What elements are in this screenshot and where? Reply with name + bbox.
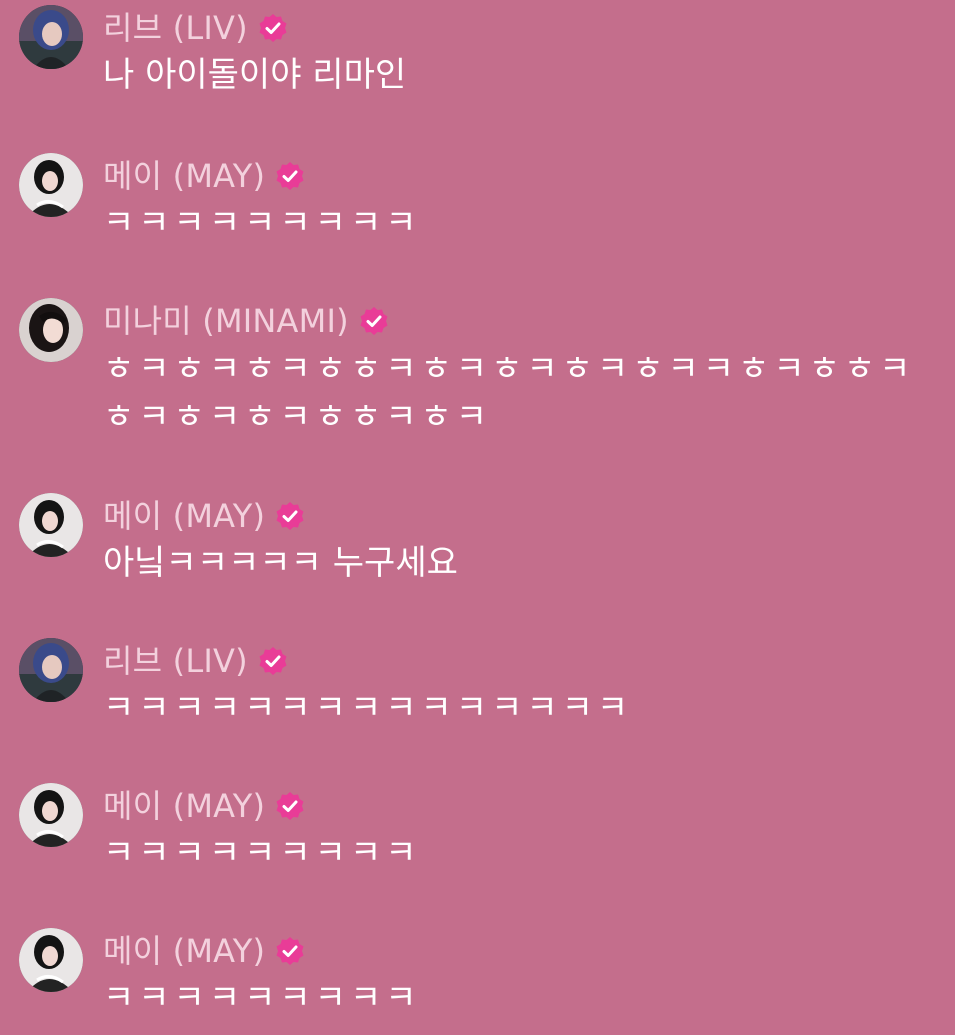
author-row: 메이 (MAY) <box>103 496 305 536</box>
author-name: 리브 (LIV) <box>103 9 248 47</box>
avatar-liv[interactable] <box>19 638 83 702</box>
message-text: 나 아이돌이야 리마인 <box>103 55 407 95</box>
verified-badge-icon <box>258 646 288 676</box>
author-name: 메이 (MAY) <box>103 932 266 970</box>
author-row: 메이 (MAY) <box>103 156 305 196</box>
avatar-may[interactable] <box>19 783 83 847</box>
avatar-may[interactable] <box>19 928 83 992</box>
author-row: 미나미 (MINAMI) <box>103 301 389 341</box>
author-row: 메이 (MAY) <box>103 786 305 826</box>
chat-feed[interactable]: 리브 (LIV) 나 아이돌이야 리마인 메이 (MAY) ㅋㅋㅋㅋㅋㅋㅋㅋㅋ … <box>0 0 955 1035</box>
verified-badge-icon <box>275 161 305 191</box>
author-name: 미나미 (MINAMI) <box>103 302 349 340</box>
author-row: 리브 (LIV) <box>103 641 288 681</box>
avatar-liv[interactable] <box>19 5 83 69</box>
avatar-may[interactable] <box>19 153 83 217</box>
message-text: ㅎㅋㅎㅋㅎㅋㅎㅎㅋㅎㅋㅎㅋㅎㅋㅎㅋㅋㅎㅋㅎㅎㅋㅎㅋㅎㅋㅎㅋㅎㅎㅋㅎㅋ <box>103 349 915 437</box>
avatar-minami[interactable] <box>19 298 83 362</box>
author-name: 메이 (MAY) <box>103 787 266 825</box>
verified-badge-icon <box>258 13 288 43</box>
message-text: 아닠ㅋㅋㅋㅋㅋ 누구세요 <box>103 543 458 583</box>
verified-badge-icon <box>359 306 389 336</box>
author-row: 리브 (LIV) <box>103 8 288 48</box>
message-text: ㅋㅋㅋㅋㅋㅋㅋㅋㅋㅋㅋㅋㅋㅋㅋ <box>103 688 633 728</box>
author-name: 리브 (LIV) <box>103 642 248 680</box>
verified-badge-icon <box>275 791 305 821</box>
message-text: ㅋㅋㅋㅋㅋㅋㅋㅋㅋ <box>103 203 421 243</box>
message-text: ㅋㅋㅋㅋㅋㅋㅋㅋㅋ <box>103 978 421 1018</box>
verified-badge-icon <box>275 936 305 966</box>
avatar-may[interactable] <box>19 493 83 557</box>
author-row: 메이 (MAY) <box>103 931 305 971</box>
author-name: 메이 (MAY) <box>103 497 266 535</box>
author-name: 메이 (MAY) <box>103 157 266 195</box>
message-text: ㅋㅋㅋㅋㅋㅋㅋㅋㅋ <box>103 833 421 873</box>
verified-badge-icon <box>275 501 305 531</box>
